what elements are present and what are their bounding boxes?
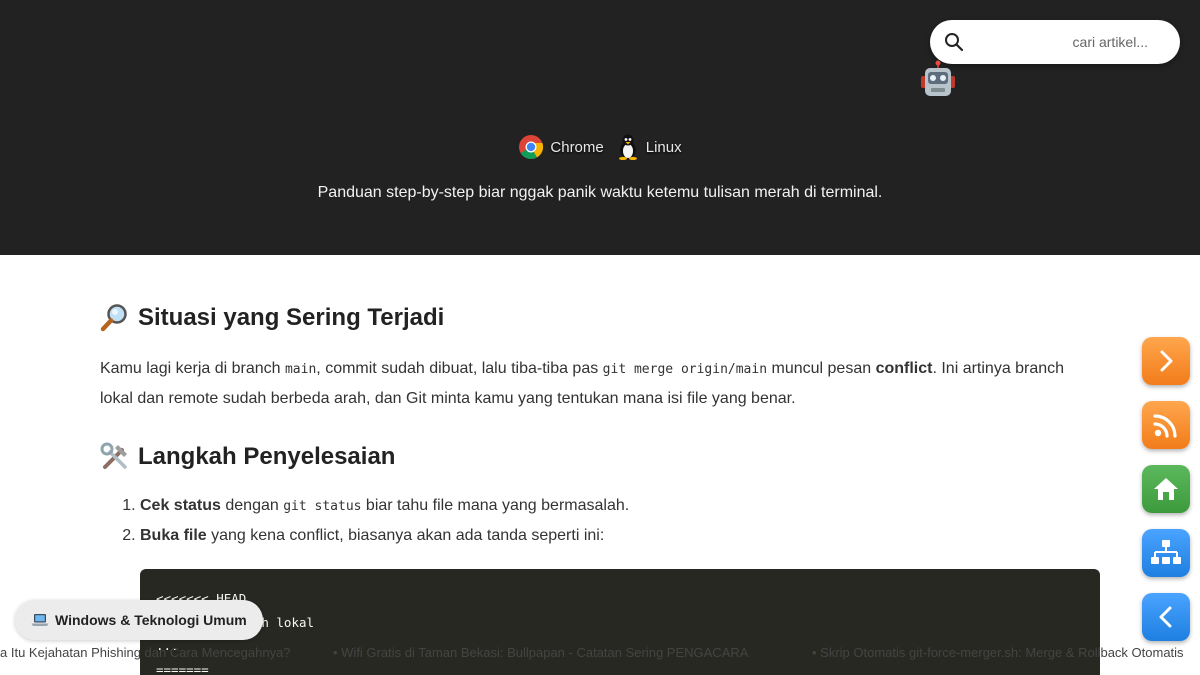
next-article-button[interactable]	[1142, 337, 1190, 385]
ticker-item[interactable]: • Skrip Otomatis git-force-merger.sh: Me…	[812, 645, 1184, 660]
inline-code: git merge origin/main	[602, 362, 768, 377]
ticker-item[interactable]: a Itu Kejahatan Phishing dan Cara Menceg…	[0, 645, 291, 660]
article-content: Situasi yang Sering Terjadi Kamu lagi ke…	[100, 298, 1100, 550]
tag-label: Linux	[645, 138, 682, 156]
tag-linux[interactable]: Linux	[616, 134, 682, 160]
category-chip[interactable]: Windows & Teknologi Umum	[15, 600, 263, 640]
steps-list: Cek status dengan git status biar tahu f…	[100, 491, 1100, 550]
ticker-item[interactable]: • Wifi Gratis di Taman Bekasi: Bullpapan…	[333, 645, 748, 660]
inline-code: main	[284, 362, 317, 377]
section-heading: Langkah Penyelesaian	[100, 437, 1100, 477]
inline-code: git status	[283, 499, 362, 514]
code-line: <<<<<<< HEAD	[156, 591, 247, 606]
search-input[interactable]	[974, 28, 1164, 56]
rss-icon	[1153, 414, 1177, 438]
section-heading: Situasi yang Sering Terjadi	[100, 298, 1100, 338]
tools-icon	[100, 442, 127, 469]
chevron-left-icon	[1159, 606, 1172, 628]
search-box[interactable]	[930, 20, 1180, 64]
code-line: isi dari branch lokal	[156, 614, 315, 630]
robot-icon	[921, 60, 955, 96]
home-icon	[1154, 478, 1178, 500]
laptop-icon	[31, 614, 49, 626]
tag-label: Chrome	[550, 138, 604, 156]
previous-article-button[interactable]	[1142, 593, 1190, 641]
chrome-icon	[519, 135, 544, 160]
magnifier-icon	[100, 304, 127, 332]
intro-paragraph: Kamu lagi kerja di branch main, commit s…	[100, 360, 1065, 407]
sitemap-button[interactable]	[1142, 529, 1190, 577]
platform-tags: Chrome Linux	[0, 134, 1200, 160]
chevron-right-icon	[1160, 350, 1173, 372]
list-item: Buka file yang kena conflict, biasanya a…	[140, 521, 1100, 550]
tag-chrome[interactable]: Chrome	[518, 134, 604, 160]
rss-feed-button[interactable]	[1142, 401, 1190, 449]
list-item: Cek status dengan git status biar tahu f…	[140, 491, 1100, 521]
news-ticker: a Itu Kejahatan Phishing dan Cara Menceg…	[0, 644, 1200, 664]
search-icon	[945, 33, 964, 52]
linux-penguin-icon	[618, 134, 637, 160]
page-header: Chrome Linux Panduan step-by-step biar n…	[0, 0, 1200, 255]
category-label: Windows & Teknologi Umum	[55, 612, 247, 628]
sitemap-icon	[1151, 540, 1181, 564]
home-button[interactable]	[1142, 465, 1190, 513]
page-subtitle: Panduan step-by-step biar nggak panik wa…	[317, 184, 883, 201]
